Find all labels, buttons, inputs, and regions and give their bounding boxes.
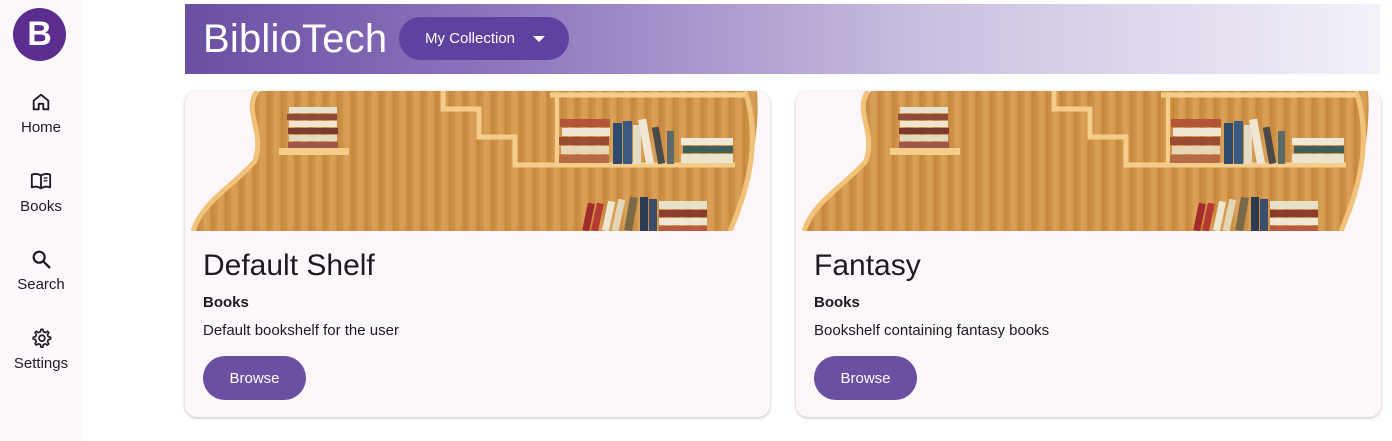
chevron-down-icon (533, 36, 545, 42)
shelf-description: Bookshelf containing fantasy books (814, 322, 1050, 339)
collection-dropdown-label: My Collection (425, 30, 516, 47)
app-title: BiblioTech (203, 17, 388, 61)
book-icon (30, 173, 52, 190)
bookshelf-image (796, 91, 1381, 231)
nav-item-home[interactable]: Home (0, 91, 82, 136)
gear-icon (32, 328, 52, 348)
shelf-subtitle: Books (203, 294, 249, 311)
app-logo[interactable]: B (13, 8, 66, 61)
home-icon (32, 93, 50, 111)
shelf-title: Default Shelf (203, 249, 375, 282)
browse-button[interactable]: Browse (203, 356, 306, 400)
collection-dropdown[interactable]: My Collection (399, 17, 569, 60)
shelf-subtitle: Books (814, 294, 860, 311)
shelf-title: Fantasy (814, 249, 921, 282)
top-app-bar: BiblioTech My Collection (185, 4, 1380, 74)
nav-label-search: Search (17, 276, 65, 293)
shelf-description: Default bookshelf for the user (203, 322, 399, 339)
nav-label-home: Home (20, 119, 61, 136)
shelf-card-default: Default Shelf Books Default bookshelf fo… (185, 91, 770, 417)
nav-label-settings: Settings (13, 355, 69, 372)
shelf-card-fantasy: Fantasy Books Bookshelf containing fanta… (796, 91, 1381, 417)
nav-label-books: Books (20, 198, 62, 215)
nav-item-search[interactable]: Search (0, 248, 82, 293)
nav-item-settings[interactable]: Settings (0, 327, 82, 372)
navigation-rail: B Home Books Search Settings (0, 0, 82, 441)
nav-item-books[interactable]: Books (0, 170, 82, 215)
search-icon (32, 250, 51, 269)
bookshelf-image (185, 91, 770, 231)
browse-button[interactable]: Browse (814, 356, 917, 400)
